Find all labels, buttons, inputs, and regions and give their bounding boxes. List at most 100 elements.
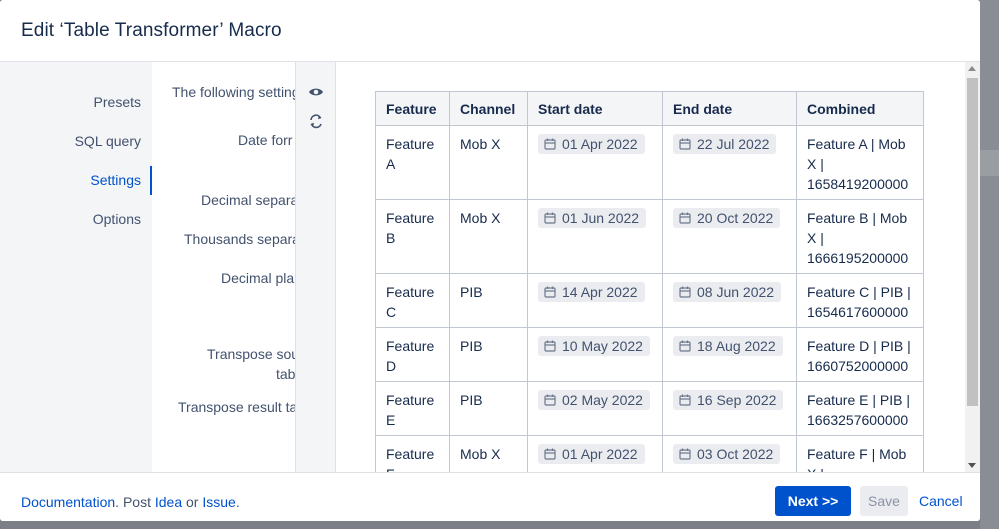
column-header: Feature [375,91,450,126]
table-row: FeatureF Mob X 01 Apr 2022 03 Oct 2022 F… [375,435,924,472]
end-date-cell: 20 Oct 2022 [662,199,797,274]
issue-link[interactable]: Issue [202,494,235,510]
start-date-cell: 14 Apr 2022 [527,273,663,328]
calendar-icon [679,212,691,224]
column-header: End date [662,91,797,126]
settings-panel: The following setting Date forr Decimal … [152,62,296,472]
feature-cell: FeatureF [375,435,450,472]
channel-cell: Mob X [449,125,528,200]
combined-cell: Feature F | MobX | [796,435,924,472]
channel-cell: Mob X [449,435,528,472]
date-lozenge: 03 Oct 2022 [673,444,781,464]
start-date-cell: 02 May 2022 [527,381,663,436]
decimal-separator-label: Decimal separa [201,192,296,208]
table-preview: Feature Channel Start date End date Comb… [336,62,965,472]
transpose-source-label: Transpose sou [207,346,296,362]
start-date-cell: 10 May 2022 [527,327,663,382]
date-lozenge: 20 Oct 2022 [673,208,781,228]
combined-cell: Feature C | PIB | 1654617600000 [796,273,924,328]
scroll-up-arrow-icon[interactable] [968,66,976,71]
calendar-icon [544,448,556,460]
refresh-icon[interactable] [306,111,326,131]
calendar-icon [544,138,556,150]
date-lozenge: 10 May 2022 [538,336,650,356]
feature-cell: Feature A [375,125,450,200]
date-lozenge: 01 Jun 2022 [538,208,647,228]
dialog-title: Edit ‘Table Transformer’ Macro [21,20,282,41]
table-row: Feature C PIB 14 Apr 2022 08 Jun 2022 Fea… [375,273,924,328]
scroll-thumb[interactable] [967,78,978,406]
date-lozenge: 01 Apr 2022 [538,134,645,154]
calendar-icon [544,286,556,298]
backdrop-overlay [980,0,999,529]
preview-table: Feature Channel Start date End date Comb… [375,91,924,472]
table-row: Feature B Mob X 01 Jun 2022 20 Oct 2022 F… [375,199,924,274]
cancel-button[interactable]: Cancel [919,493,963,509]
date-lozenge: 22 Jul 2022 [673,134,777,154]
end-date-cell: 22 Jul 2022 [662,125,797,200]
calendar-icon [679,340,691,352]
date-lozenge: 16 Sep 2022 [673,390,784,410]
dialog-footer: Documentation. Post Idea or Issue. Next … [0,472,980,521]
save-button[interactable]: Save [860,486,908,516]
start-date-cell: 01 Apr 2022 [527,125,663,200]
channel-cell: PIB [449,381,528,436]
footer-help-text: Documentation. Post Idea or Issue. [21,494,240,510]
combined-cell: Feature A | Mob X | 1658419200000 [796,125,924,200]
idea-link[interactable]: Idea [155,494,182,510]
date-lozenge: 14 Apr 2022 [538,282,645,302]
next-button[interactable]: Next >> [775,486,851,516]
start-date-cell: 01 Apr 2022 [527,435,663,472]
transpose-source-label-cont: tab [276,366,296,382]
feature-cell: Feature E [375,381,450,436]
table-row: Feature A Mob X 01 Apr 2022 22 Jul 2022 F… [375,125,924,200]
calendar-icon [544,212,556,224]
column-header: Start date [527,91,663,126]
channel-cell: Mob X [449,199,528,274]
backdrop-page-strip [980,150,999,176]
transpose-result-label: Transpose result ta [178,399,296,415]
feature-cell: Feature D [375,327,450,382]
dialog-header: Edit ‘Table Transformer’ Macro [0,0,980,62]
date-lozenge: 08 Jun 2022 [673,282,782,302]
thousands-separator-label: Thousands separa [184,231,296,247]
combined-cell: Feature B | Mob X | 1666195200000 [796,199,924,274]
end-date-cell: 08 Jun 2022 [662,273,797,328]
combined-cell: Feature D | PIB | 1660752000000 [796,327,924,382]
nav-item-sql-query[interactable]: SQL query [75,133,141,149]
settings-nav: Presets SQL query Settings Options [0,62,152,472]
scroll-down-arrow-icon[interactable] [968,463,976,468]
preview-scrollbar[interactable] [965,62,980,472]
end-date-cell: 18 Aug 2022 [662,327,797,382]
column-header: Combined [796,91,924,126]
eye-icon[interactable] [306,82,326,102]
nav-item-options[interactable]: Options [93,211,141,227]
calendar-icon [679,448,691,460]
macro-editor-dialog: Edit ‘Table Transformer’ Macro Presets S… [0,0,980,521]
channel-cell: PIB [449,327,528,382]
end-date-cell: 03 Oct 2022 [662,435,797,472]
table-row: Feature E PIB 02 May 2022 16 Sep 2022 Fea… [375,381,924,436]
calendar-icon [679,394,691,406]
calendar-icon [679,138,691,150]
table-header-row: Feature Channel Start date End date Comb… [375,91,924,126]
preview-toolbar [296,62,336,472]
decimal-places-label: Decimal pla [221,270,295,286]
nav-item-presets[interactable]: Presets [94,94,141,110]
feature-cell: Feature C [375,273,450,328]
calendar-icon [544,340,556,352]
date-lozenge: 02 May 2022 [538,390,650,410]
calendar-icon [679,286,691,298]
documentation-link[interactable]: Documentation [21,494,115,510]
column-header: Channel [449,91,528,126]
end-date-cell: 16 Sep 2022 [662,381,797,436]
date-format-label: Date forr [238,132,293,148]
combined-cell: Feature E | PIB | 1663257600000 [796,381,924,436]
nav-item-settings[interactable]: Settings [90,172,141,188]
start-date-cell: 01 Jun 2022 [527,199,663,274]
date-lozenge: 01 Apr 2022 [538,444,645,464]
table-row: Feature D PIB 10 May 2022 18 Aug 2022 Fea… [375,327,924,382]
settings-intro-text: The following setting [172,84,296,100]
calendar-icon [544,394,556,406]
feature-cell: Feature B [375,199,450,274]
